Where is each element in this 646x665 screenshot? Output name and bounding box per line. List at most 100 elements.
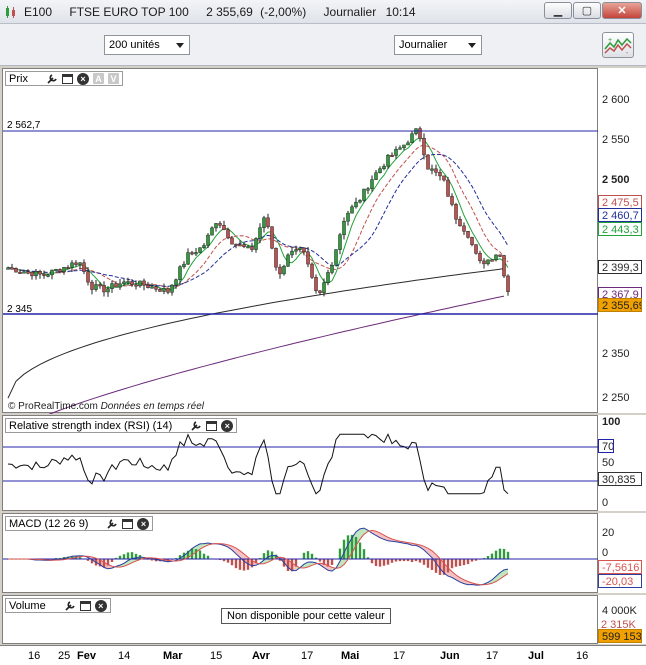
macd-panel-header: MACD (12 26 9) × <box>5 516 154 531</box>
candle <box>98 284 102 287</box>
macd-histogram-bar <box>502 548 506 559</box>
candle <box>438 172 442 177</box>
window-icon[interactable] <box>206 420 218 431</box>
candle <box>174 279 178 286</box>
candle <box>58 269 62 272</box>
candle <box>134 284 138 287</box>
candle <box>118 283 122 288</box>
window-icon[interactable] <box>122 518 134 529</box>
candle <box>54 269 58 272</box>
close-panel-icon[interactable]: × <box>221 419 234 432</box>
macd-histogram-bar <box>226 559 230 563</box>
close-button[interactable]: ✕ <box>602 2 642 19</box>
x-tick: Avr <box>252 650 270 662</box>
watermark-brand: © ProRealTime.com <box>8 401 98 412</box>
y-tick: 2 350 <box>602 348 630 360</box>
macd-histogram-bar <box>426 559 430 568</box>
macd-histogram-bar <box>454 559 458 567</box>
rsi-panel-title: Relative strength index (RSI) (14) <box>9 419 173 432</box>
candle <box>402 144 406 149</box>
candle <box>430 168 434 171</box>
candle <box>506 275 510 292</box>
units-select[interactable]: 200 unités <box>104 35 190 55</box>
macd-tag: -20,03 <box>598 574 642 588</box>
macd-histogram-bar <box>498 548 502 559</box>
candle <box>442 175 446 181</box>
x-tick: Fev <box>77 650 96 662</box>
macd-histogram-bar <box>302 552 306 559</box>
price-panel-title: Prix <box>9 72 28 85</box>
close-panel-icon[interactable]: × <box>137 517 150 530</box>
macd-histogram-bar <box>234 559 238 569</box>
last-price-tag: 2 355,69 <box>598 298 642 312</box>
candle <box>22 271 26 274</box>
wrench-icon[interactable] <box>64 600 76 612</box>
candle <box>486 259 490 265</box>
candle <box>306 251 310 265</box>
price-chart[interactable]: 2 562,7 2 345 <box>3 69 599 414</box>
period-select[interactable]: Journalier <box>394 35 482 55</box>
candle <box>226 229 230 239</box>
macd-y-axis: 20 0 -7,5616 -20,03 <box>598 513 646 593</box>
candle <box>106 288 110 293</box>
candle <box>86 271 90 283</box>
candle <box>410 133 414 144</box>
candle <box>378 168 382 173</box>
chevron-down-icon <box>176 43 184 48</box>
candle <box>322 282 326 293</box>
last-price: 2 355,69 <box>206 4 253 19</box>
candle <box>270 226 274 249</box>
a-icon[interactable]: A <box>92 73 104 84</box>
y-tick: 0 <box>602 547 609 559</box>
candle <box>82 262 86 272</box>
candle <box>78 262 82 265</box>
v-icon[interactable]: V <box>107 73 119 84</box>
candle <box>182 263 186 267</box>
candle <box>126 281 130 284</box>
macd-histogram-bar <box>262 553 266 559</box>
candle <box>474 244 478 254</box>
window-icon[interactable] <box>79 600 91 611</box>
volume-unavailable-notice: Non disponible pour cette valeur <box>221 608 391 624</box>
candle <box>418 128 422 139</box>
candle <box>458 219 462 227</box>
candle <box>90 281 94 290</box>
window-icon[interactable] <box>61 73 73 84</box>
candle <box>70 262 74 268</box>
candle <box>142 280 146 286</box>
macd-histogram-bar <box>122 554 126 559</box>
y-tick: 2 600 <box>602 94 630 106</box>
wrench-icon[interactable] <box>106 518 118 530</box>
macd-histogram-bar <box>342 539 346 559</box>
candle <box>494 254 498 261</box>
y-tick: 20 <box>602 527 615 539</box>
candle <box>122 281 126 285</box>
wrench-icon[interactable] <box>190 420 202 432</box>
add-indicator-button[interactable]: + - <box>602 32 634 58</box>
candle <box>502 255 506 277</box>
candle <box>14 268 18 273</box>
macd-histogram-bar <box>382 559 386 566</box>
candle <box>422 137 426 156</box>
candle <box>398 147 402 150</box>
candle <box>386 154 390 167</box>
x-tick: Jul <box>528 650 544 662</box>
close-panel-icon[interactable]: × <box>76 72 89 85</box>
candle <box>298 247 302 250</box>
candle <box>450 196 454 205</box>
candle <box>434 168 438 173</box>
wrench-icon[interactable] <box>46 73 58 85</box>
x-tick: 25 <box>58 650 71 662</box>
candle <box>362 188 366 201</box>
minimize-button[interactable]: ▁ <box>544 2 572 19</box>
maximize-button[interactable]: ▢ <box>573 2 601 19</box>
macd-histogram-bar <box>370 559 374 564</box>
candle <box>234 243 238 246</box>
macd-histogram-bar <box>202 553 206 559</box>
period-select-value: Journalier <box>399 39 448 51</box>
candle <box>186 252 190 265</box>
macd-histogram-bar <box>194 549 198 559</box>
macd-histogram-bar <box>390 559 394 563</box>
ma-tag-green: 2 443,3 <box>598 222 642 236</box>
close-panel-icon[interactable]: × <box>94 599 107 612</box>
